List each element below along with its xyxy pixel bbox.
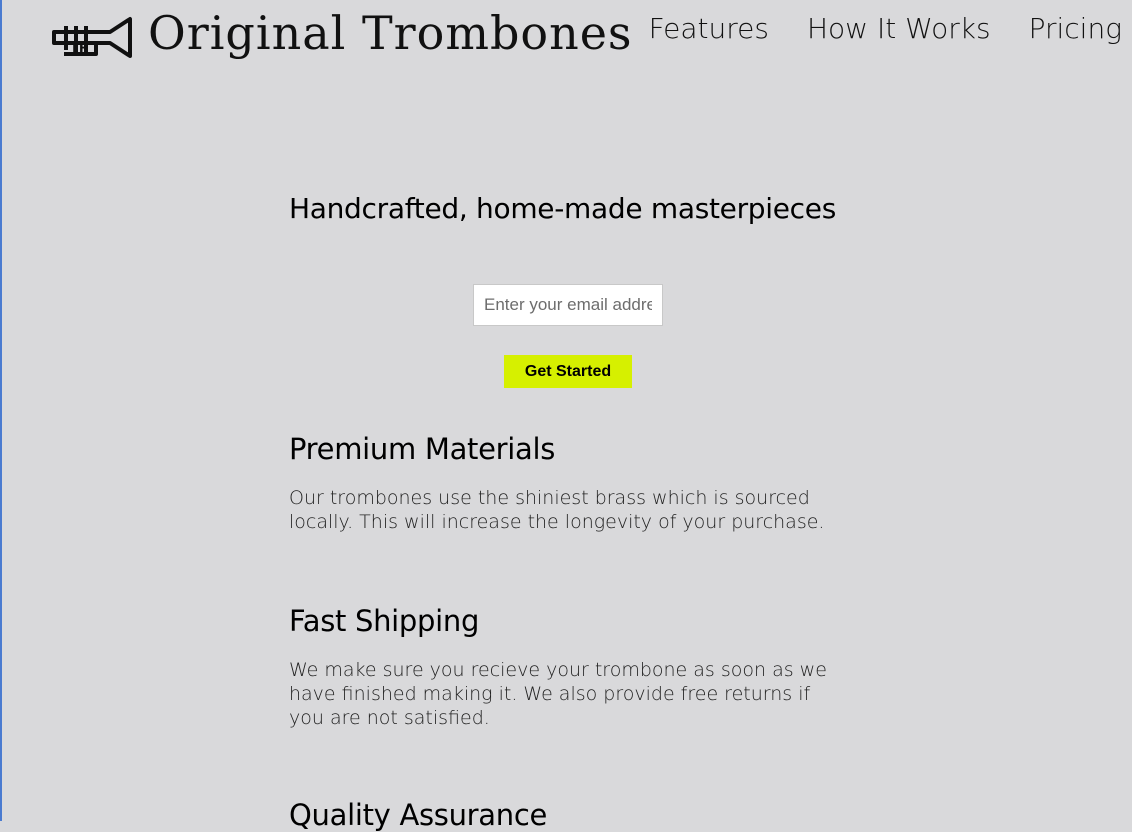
feature-quality-assurance: Quality Assurance: [289, 798, 849, 832]
email-input[interactable]: [473, 284, 663, 326]
svg-text:TP: TP: [70, 41, 88, 56]
brand-name[interactable]: Original Trombones: [148, 6, 633, 60]
feature-title: Fast Shipping: [289, 604, 480, 638]
feature-fast-shipping: Fast Shipping We make sure you recieve y…: [289, 604, 849, 730]
feature-title: Premium Materials: [289, 432, 556, 466]
nav-link-how-it-works[interactable]: How It Works: [807, 12, 991, 45]
nav-link-pricing[interactable]: Pricing: [1029, 12, 1122, 45]
site-header: TP Original Trombones Features How It Wo…: [0, 0, 1132, 80]
feature-premium-materials: Premium Materials Our trombones use the …: [289, 432, 849, 534]
nav-link-features[interactable]: Features: [649, 12, 769, 45]
feature-text: We make sure you recieve your trombone a…: [289, 659, 827, 729]
main-nav: Features How It Works Pricing: [649, 12, 1122, 45]
hero-title: Handcrafted, home-made masterpieces: [289, 192, 836, 225]
trombone-logo-icon: TP: [52, 17, 132, 58]
feature-title: Quality Assurance: [289, 798, 548, 832]
feature-text: Our trombones use the shiniest brass whi…: [289, 487, 825, 533]
get-started-button[interactable]: Get Started: [504, 355, 632, 388]
window-edge: [0, 0, 2, 821]
